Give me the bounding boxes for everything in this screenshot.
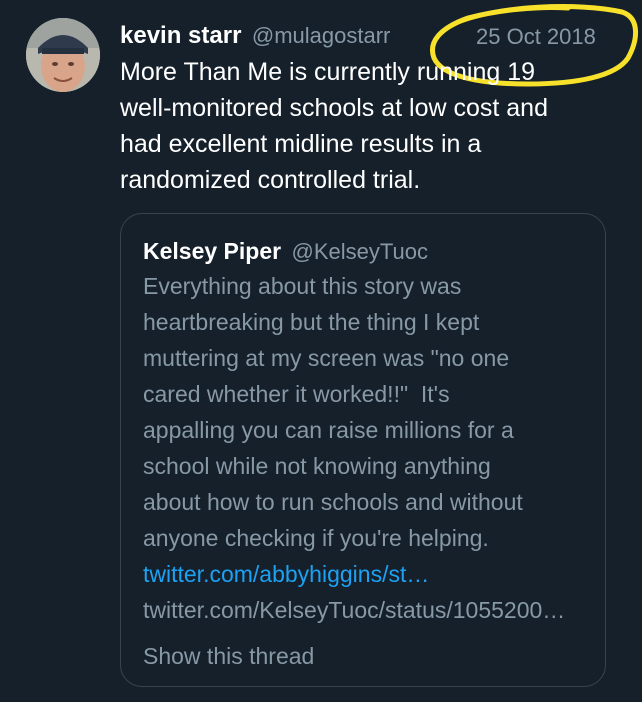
quoted-tweet-header: Kelsey Piper @KelseyTuoc bbox=[143, 238, 428, 265]
quoted-author-display-name: Kelsey Piper bbox=[143, 238, 282, 264]
tweet-text: More Than Me is currently running 19 wel… bbox=[120, 58, 548, 194]
quoted-tweet-card[interactable]: Kelsey Piper @KelseyTuoc Everything abou… bbox=[120, 213, 606, 687]
show-thread-link[interactable]: Show this thread bbox=[143, 638, 314, 674]
quoted-tweet-url[interactable]: twitter.com/KelseyTuoc/status/1055200… bbox=[143, 592, 589, 628]
quoted-author-handle: @KelseyTuoc bbox=[291, 239, 429, 264]
tweet-date[interactable]: 25 Oct 2018 bbox=[476, 24, 596, 50]
tweet[interactable]: kevin starr @mulagostarr 25 Oct 2018 Mor… bbox=[0, 0, 642, 702]
quoted-tweet-link[interactable]: twitter.com/abbyhiggins/st… bbox=[143, 556, 429, 592]
avatar[interactable] bbox=[26, 18, 100, 92]
author-handle[interactable]: @mulagostarr bbox=[252, 23, 391, 48]
quoted-tweet-text: Everything about this story was heartbre… bbox=[143, 273, 523, 551]
profile-photo-icon bbox=[26, 18, 100, 92]
author-display-name[interactable]: kevin starr bbox=[120, 22, 241, 49]
